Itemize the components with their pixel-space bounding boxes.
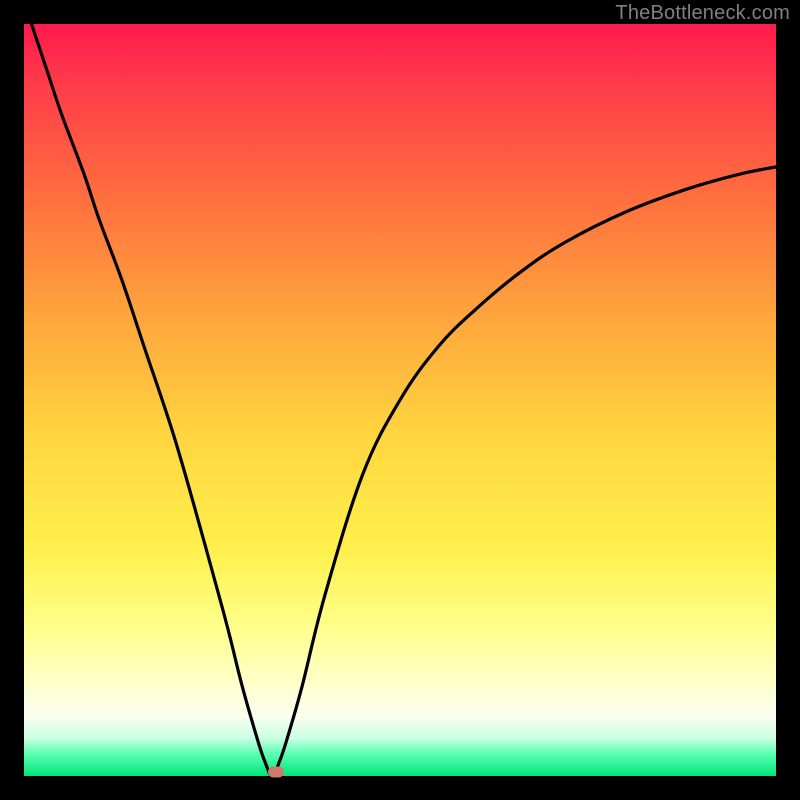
optimal-point-marker bbox=[268, 767, 284, 778]
bottleneck-curve bbox=[24, 24, 776, 776]
chart-plot-area bbox=[24, 24, 776, 776]
watermark-text: TheBottleneck.com bbox=[615, 2, 790, 25]
